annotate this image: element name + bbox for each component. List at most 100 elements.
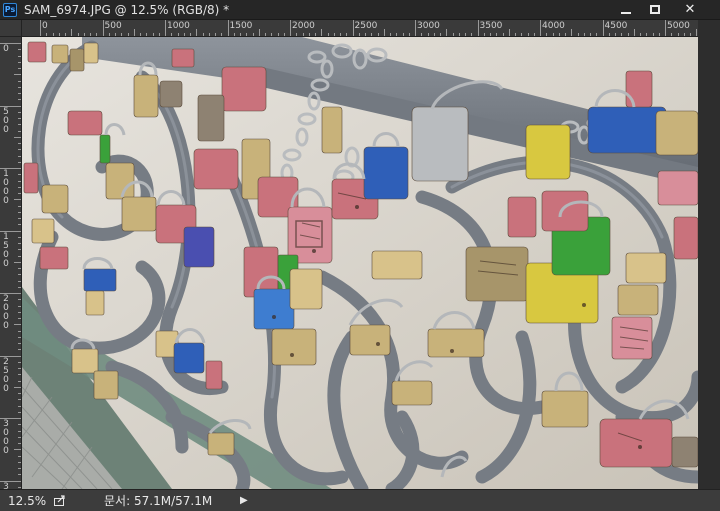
ruler-label: 2000 [3, 294, 9, 331]
ruler-tick-minor [18, 411, 21, 413]
ruler-tick-minor [18, 436, 21, 438]
ruler-tick-minor [18, 374, 21, 376]
status-menu-arrow-icon[interactable]: ▶ [240, 494, 252, 508]
ruler-tick-minor [590, 33, 591, 36]
share-icon[interactable] [54, 495, 66, 506]
ruler-tick-minor [18, 174, 21, 176]
ruler-tick-minor [18, 299, 21, 301]
photoshop-icon: Ps [3, 3, 17, 17]
ruler-tick-minor [18, 243, 21, 244]
ruler-origin[interactable] [0, 20, 22, 37]
ruler-tick-minor [458, 33, 460, 36]
ruler-tick-minor [18, 305, 21, 307]
ruler-label: 500 [3, 106, 9, 135]
ruler-label: 3000 [417, 21, 440, 31]
ruler-label: 2500 [3, 356, 9, 394]
document-canvas[interactable] [22, 37, 698, 489]
ruler-tick-minor [633, 29, 635, 36]
close-button[interactable]: ✕ [676, 0, 704, 19]
ruler-tick-minor [14, 386, 21, 388]
ruler-tick-minor [565, 33, 566, 36]
ruler-label: 3000 [3, 419, 9, 456]
ruler-tick-minor [358, 33, 360, 36]
ruler-tick-minor [446, 29, 448, 36]
ruler-tick-minor [221, 33, 223, 36]
ruler-tick-minor [271, 33, 273, 36]
ruler-label: 4000 [542, 21, 565, 31]
ruler-label: 1000 [3, 169, 9, 206]
ruler-tick-minor [18, 286, 21, 288]
ruler-tick-minor [18, 274, 21, 276]
ruler-tick-minor [18, 211, 21, 213]
maximize-icon [650, 5, 660, 14]
ruler-tick-minor [18, 486, 21, 488]
ruler-tick-minor [608, 33, 610, 36]
ruler-tick-minor [571, 29, 573, 36]
ruler-label: 4500 [604, 21, 628, 31]
ruler-tick-minor [615, 33, 616, 36]
minimize-button[interactable] [612, 0, 640, 19]
ruler-tick-minor [671, 33, 673, 36]
document-title[interactable]: SAM_6974.JPG @ 12.5% (RGB/8) * [24, 2, 229, 18]
ruler-tick-minor [18, 468, 21, 469]
ruler-tick-minor [83, 33, 85, 36]
ruler-tick-minor [18, 343, 21, 344]
ruler-tick-minor [18, 161, 21, 163]
ruler-tick-minor [440, 33, 441, 36]
ruler-tick-minor [18, 118, 21, 119]
horizontal-ruler[interactable]: 0 500 1000 1500 2000 2500 3000 3500 4000 4500 5000 [22, 20, 698, 37]
ruler-tick-minor [18, 143, 21, 144]
ruler-tick-minor [690, 33, 691, 36]
ruler-tick-minor [483, 33, 485, 36]
ruler-tick-minor [18, 380, 21, 382]
ruler-label: 500 [104, 21, 122, 31]
ruler-tick-minor [258, 29, 260, 36]
ruler-tick-minor [18, 124, 21, 126]
vertical-ruler[interactable]: 0 500 1000 1500 2000 2500 3000 3 [0, 37, 22, 489]
ruler-tick-minor [18, 255, 21, 257]
ruler-tick-minor [196, 29, 198, 36]
ruler-tick-minor [433, 33, 435, 36]
ruler-tick-minor [265, 33, 266, 36]
ruler-tick-minor [646, 33, 648, 36]
ruler-label: 1000 [167, 21, 190, 31]
ruler-label: 5000 [667, 21, 690, 31]
ruler-tick-minor [18, 80, 21, 82]
ruler-tick-minor [427, 33, 429, 36]
ruler-tick-minor [18, 111, 21, 113]
ruler-tick-minor [18, 224, 21, 226]
ruler-tick-minor [583, 33, 585, 36]
ruler-tick-minor [18, 180, 21, 182]
ruler-tick-minor [18, 336, 21, 338]
ruler-tick-minor [18, 455, 21, 457]
ruler-tick-minor [14, 324, 21, 326]
ruler-tick-minor [18, 318, 21, 319]
ruler-tick-minor [471, 33, 473, 36]
ruler-label: 3500 [479, 21, 503, 31]
vertical-scrollbar[interactable] [698, 20, 720, 489]
ruler-tick-minor [14, 449, 21, 451]
ruler-tick-minor [18, 49, 21, 51]
ruler-tick-minor [552, 33, 554, 36]
status-bar: 12.5% 문서: 57.1M/57.1M ▶ [0, 489, 720, 511]
ruler-tick-minor [14, 261, 21, 263]
ruler-tick-minor [321, 29, 323, 36]
ruler-tick-minor [18, 55, 21, 57]
ruler-tick-minor [18, 93, 21, 94]
ruler-tick-minor [18, 130, 21, 132]
ruler-tick-minor [577, 33, 579, 36]
ruler-tick-minor [396, 33, 398, 36]
ruler-tick-minor [465, 33, 466, 36]
ruler-tick-minor [18, 349, 21, 351]
ruler-tick-minor [18, 474, 21, 476]
ruler-tick-minor [18, 86, 21, 88]
ruler-tick-minor [371, 33, 373, 36]
maximize-button[interactable] [641, 0, 669, 19]
ruler-tick-minor [652, 33, 654, 36]
ruler-tick-minor [96, 33, 98, 36]
ruler-tick-minor [152, 33, 154, 36]
ruler-tick-minor [18, 268, 21, 269]
zoom-level-field[interactable]: 12.5% [8, 493, 46, 509]
ruler-tick-minor [18, 249, 21, 251]
ruler-tick-minor [452, 33, 454, 36]
